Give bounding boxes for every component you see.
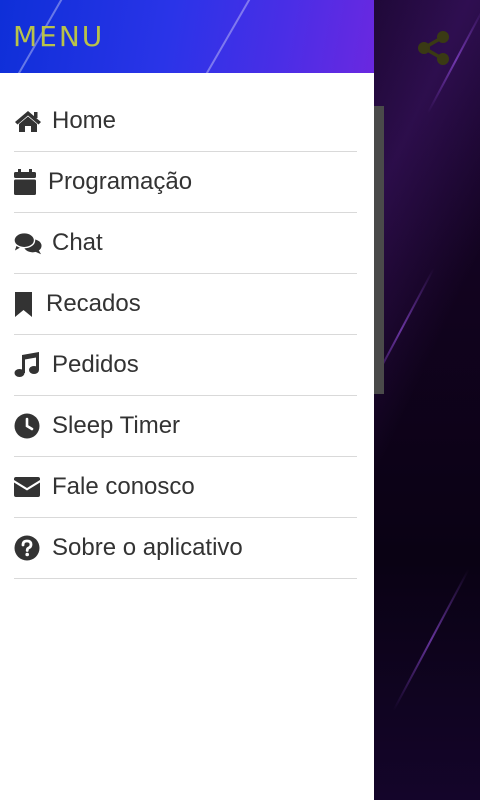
menu-item-sleep-timer[interactable]: Sleep Timer — [14, 396, 357, 457]
drawer-title: MENU — [13, 20, 105, 53]
envelope-icon — [14, 473, 42, 501]
menu-item-pedidos[interactable]: Pedidos — [14, 335, 357, 396]
background-light-streak — [392, 568, 470, 712]
menu-item-label: Sobre o aplicativo — [52, 534, 243, 561]
menu-item-label: Home — [52, 107, 117, 134]
menu-item-label: Pedidos — [52, 351, 139, 378]
menu-item-chat[interactable]: Chat — [14, 213, 357, 274]
music-note-icon — [14, 351, 42, 379]
question-circle-icon — [14, 534, 42, 562]
menu-item-label: Recados — [46, 290, 141, 317]
clock-icon — [14, 412, 42, 440]
menu-item-fale-conosco[interactable]: Fale conosco — [14, 457, 357, 518]
menu-item-home[interactable]: Home — [14, 91, 357, 152]
home-icon — [14, 107, 42, 135]
menu-item-sobre-o-aplicativo[interactable]: Sobre o aplicativo — [14, 518, 357, 579]
bookmark-icon — [14, 290, 36, 318]
header-light-streak — [197, 0, 255, 73]
menu-item-label: Programação — [48, 168, 193, 195]
share-button[interactable] — [412, 26, 456, 70]
drawer-scrollbar[interactable] — [374, 106, 384, 394]
menu-item-label: Fale conosco — [52, 473, 195, 500]
navigation-drawer: MENU Home Programação Chat Recados Pedid… — [0, 0, 374, 800]
menu-item-label: Sleep Timer — [52, 412, 181, 439]
menu-list: Home Programação Chat Recados Pedidos Sl… — [0, 73, 374, 579]
menu-item-label: Chat — [52, 229, 103, 256]
calendar-icon — [14, 168, 38, 196]
drawer-header: MENU — [0, 0, 374, 73]
app-screen: MENU Home Programação Chat Recados Pedid… — [0, 0, 480, 800]
menu-item-recados[interactable]: Recados — [14, 274, 357, 335]
menu-item-programacao[interactable]: Programação — [14, 152, 357, 213]
share-icon — [418, 31, 449, 65]
chat-icon — [14, 229, 42, 257]
